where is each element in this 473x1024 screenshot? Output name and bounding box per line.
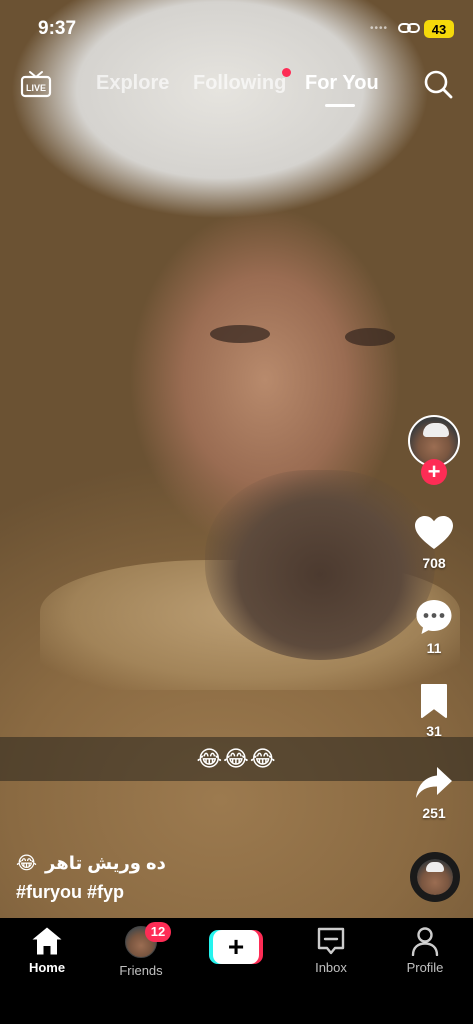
nav-profile-label: Profile [406, 960, 444, 975]
share-arrow-icon [416, 767, 452, 798]
nav-home[interactable]: Home [7, 926, 87, 975]
nav-profile[interactable]: Profile [385, 926, 465, 975]
description-text-row: 😂 ده وریش تاهر [16, 850, 396, 876]
avatar-image-detail [426, 862, 444, 872]
bookmark-icon [421, 684, 447, 718]
bottom-nav: Home Friends 12 + Inbox Profile [0, 918, 473, 1024]
save-button[interactable]: 31 [404, 683, 464, 739]
home-icon [32, 927, 62, 955]
status-bar: 9:37 •••• 43 [0, 0, 473, 56]
video-frame-detail [210, 325, 270, 343]
active-tab-indicator [325, 104, 355, 107]
live-button[interactable]: LIVE [20, 70, 52, 98]
comment-icon [416, 600, 452, 634]
description-emoji: 😂 [16, 852, 38, 873]
video-caption-overlay: 😂😂😂 [0, 737, 473, 781]
person-icon [411, 927, 439, 956]
top-nav: LIVE Explore Following For You [0, 62, 473, 107]
tab-following[interactable]: Following [193, 72, 286, 95]
create-button[interactable]: + [209, 930, 263, 964]
music-disc-avatar [417, 859, 453, 895]
nav-home-label: Home [28, 960, 66, 975]
following-new-dot [282, 68, 291, 77]
video-frame-detail [345, 328, 395, 346]
hashtags[interactable]: #furyou #fyp [16, 882, 396, 903]
nav-inbox-label: Inbox [315, 960, 347, 975]
signal-dots: •••• [370, 23, 389, 34]
save-count: 31 [426, 723, 442, 739]
link-icon [398, 23, 420, 33]
live-label: LIVE [26, 83, 46, 93]
video-description: 😂 ده وریش تاهر #furyou #fyp [16, 850, 396, 903]
tv-icon: LIVE [20, 71, 52, 98]
comment-button[interactable]: 11 [404, 598, 464, 656]
like-button[interactable]: 708 [404, 515, 464, 571]
share-button[interactable]: 251 [404, 765, 464, 821]
battery-indicator: 43 [424, 20, 454, 38]
heart-icon [415, 516, 453, 549]
tab-explore[interactable]: Explore [96, 72, 169, 95]
battery-level: 43 [431, 21, 447, 37]
like-count: 708 [422, 555, 446, 571]
plus-icon: + [213, 930, 259, 964]
tab-for-you[interactable]: For You [305, 72, 379, 95]
avatar-image-detail [423, 423, 449, 437]
video-frame-detail [205, 470, 435, 660]
friends-badge: 12 [145, 922, 171, 942]
share-count: 251 [422, 805, 446, 821]
follow-plus-button[interactable]: + [421, 459, 447, 485]
status-time: 9:37 [38, 18, 77, 39]
description-text: ده وریش تاهر [45, 852, 166, 873]
comment-count: 11 [426, 640, 442, 656]
search-icon[interactable] [422, 68, 454, 100]
music-disc[interactable] [410, 852, 460, 902]
inbox-icon [317, 927, 345, 955]
nav-friends-label: Friends [119, 963, 163, 978]
nav-inbox[interactable]: Inbox [291, 926, 371, 975]
caption-emoji-text: 😂😂😂 [196, 746, 277, 771]
video-player[interactable]: 😂😂😂 [0, 0, 473, 918]
